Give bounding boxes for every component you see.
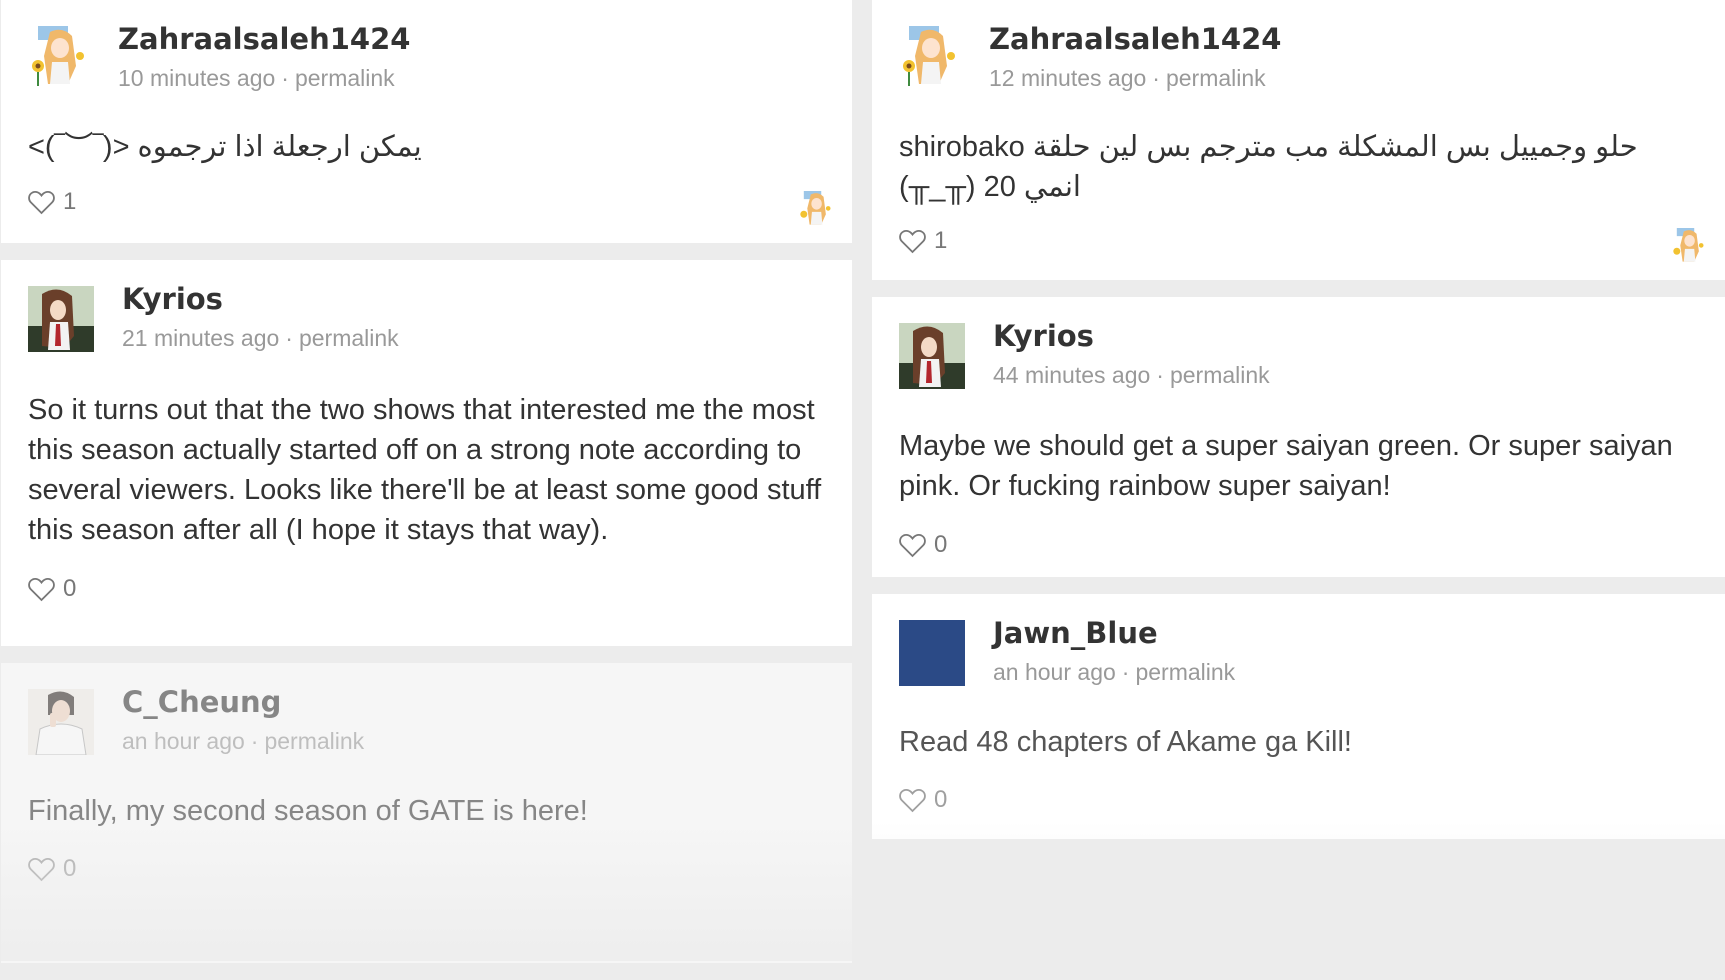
separator: ·	[1152, 65, 1160, 91]
username[interactable]: C_Cheung	[122, 685, 364, 719]
heart-icon[interactable]	[28, 857, 55, 882]
like-count: 1	[934, 227, 948, 254]
liker-avatar[interactable]	[798, 191, 834, 227]
like-control[interactable]: 0	[899, 531, 1698, 581]
status-card: C_Cheung an hour ago · permalink Finally, …	[1, 663, 852, 963]
post-meta: 21 minutes ago · permalink	[122, 324, 399, 352]
avatar[interactable]	[28, 286, 94, 352]
right-column: Zahraalsaleh1424 12 minutes ago · permalin…	[872, 0, 1725, 856]
separator: ·	[285, 325, 293, 351]
post-text: Read 48 chapters of Akame ga Kill!	[899, 726, 1352, 758]
status-card: Jawn_Blue an hour ago · permalink Read 48 …	[872, 594, 1725, 839]
separator: ·	[250, 728, 259, 754]
status-card: Kyrios 21 minutes ago · permalink So it tu…	[1, 260, 852, 646]
permalink-link[interactable]: permalink	[1135, 659, 1235, 685]
like-control[interactable]: 1	[28, 188, 825, 238]
username[interactable]: Zahraalsaleh1424	[989, 22, 1281, 56]
separator: ·	[281, 65, 289, 91]
post-meta: an hour ago · permalink	[993, 658, 1235, 686]
like-count: 1	[63, 188, 77, 215]
username[interactable]: Kyrios	[993, 319, 1270, 353]
like-control[interactable]: 0	[28, 575, 825, 625]
heart-icon[interactable]	[899, 533, 926, 558]
status-card: Zahraalsaleh1424 10 minutes ago · permalin…	[1, 0, 852, 243]
avatar[interactable]	[28, 689, 94, 755]
blue-square-avatar-icon	[899, 620, 965, 686]
heart-icon[interactable]	[28, 577, 55, 602]
anime-girl-dark-hair-avatar-icon	[28, 286, 94, 352]
avatar[interactable]	[899, 323, 965, 389]
anime-girl-sunflower-avatar-icon	[28, 26, 90, 88]
post-meta: 10 minutes ago · permalink	[118, 64, 410, 92]
timestamp[interactable]: 12 minutes ago	[989, 65, 1146, 91]
post-text: حلو وجمييل بس المشكلة مب مترجم بس لين حل…	[899, 131, 1638, 203]
permalink-link[interactable]: permalink	[1166, 65, 1266, 91]
like-control[interactable]: 0	[28, 855, 825, 905]
timestamp[interactable]: 21 minutes ago	[122, 325, 279, 351]
separator: ·	[1156, 362, 1164, 388]
anime-girl-sunflower-avatar-icon	[798, 191, 834, 227]
like-control[interactable]: 0	[899, 786, 1698, 836]
anime-girl-sunflower-avatar-icon	[899, 26, 961, 88]
post-text: Finally, my second season of GATE is her…	[28, 795, 588, 827]
post-meta: 44 minutes ago · permalink	[993, 361, 1270, 389]
like-count: 0	[934, 786, 948, 813]
like-count: 0	[63, 575, 77, 602]
like-control[interactable]: 1	[899, 227, 1698, 277]
like-count: 0	[63, 855, 77, 882]
left-column: Zahraalsaleh1424 10 minutes ago · permalin…	[1, 0, 852, 980]
username[interactable]: Zahraalsaleh1424	[118, 22, 410, 56]
post-meta: an hour ago · permalink	[122, 727, 364, 755]
anime-man-white-coat-avatar-icon	[28, 689, 94, 755]
permalink-link[interactable]: permalink	[1170, 362, 1270, 388]
separator: ·	[1121, 659, 1130, 685]
liker-avatar[interactable]	[1671, 228, 1707, 264]
permalink-link[interactable]: permalink	[264, 728, 364, 754]
status-card: Kyrios 44 minutes ago · permalink Maybe we…	[872, 297, 1725, 577]
post-text: Maybe we should get a super saiyan green…	[899, 430, 1673, 502]
username[interactable]: Jawn_Blue	[993, 616, 1235, 650]
timestamp[interactable]: an hour ago	[993, 659, 1116, 685]
like-count: 0	[934, 531, 948, 558]
post-meta: 12 minutes ago · permalink	[989, 64, 1281, 92]
permalink-link[interactable]: permalink	[295, 65, 395, 91]
heart-icon[interactable]	[899, 788, 926, 813]
anime-girl-sunflower-avatar-icon	[1671, 228, 1707, 264]
post-text: يمكن ارجعلة اذا ترجموه <(‾︶‾)>	[28, 131, 422, 163]
status-card: Zahraalsaleh1424 12 minutes ago · permalin…	[872, 0, 1725, 280]
timestamp[interactable]: 44 minutes ago	[993, 362, 1150, 388]
heart-icon[interactable]	[28, 190, 55, 215]
avatar[interactable]	[899, 620, 965, 686]
avatar[interactable]	[28, 26, 90, 88]
post-text: So it turns out that the two shows that …	[28, 394, 822, 546]
timestamp[interactable]: an hour ago	[122, 728, 245, 754]
timestamp[interactable]: 10 minutes ago	[118, 65, 275, 91]
permalink-link[interactable]: permalink	[299, 325, 399, 351]
avatar[interactable]	[899, 26, 961, 88]
heart-icon[interactable]	[899, 229, 926, 254]
anime-girl-dark-hair-avatar-icon	[899, 323, 965, 389]
username[interactable]: Kyrios	[122, 282, 399, 316]
